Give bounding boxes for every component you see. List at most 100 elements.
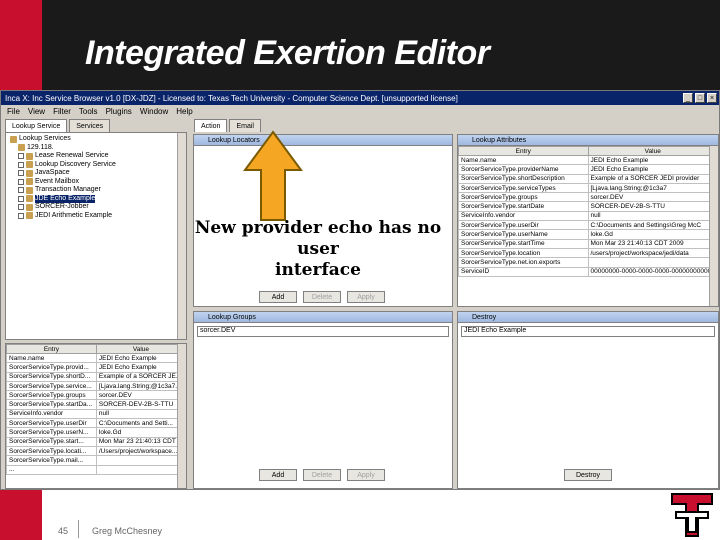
checkbox-icon[interactable]	[18, 170, 24, 177]
maximize-icon[interactable]: □	[695, 93, 705, 103]
table-row[interactable]: SorcerServiceType.locati.../Users/projec…	[6, 445, 187, 457]
add-group-button[interactable]: Add	[259, 469, 297, 481]
minimize-icon[interactable]: _	[683, 93, 693, 103]
tree-item[interactable]: JavaSpace	[10, 169, 182, 178]
menu-file[interactable]: File	[7, 107, 20, 116]
checkbox-icon[interactable]	[18, 212, 24, 219]
table-row[interactable]: SorcerServiceType.shortDescription Exampl…	[458, 173, 718, 184]
table-row[interactable]: SorcerServiceType.groups sorcer.DEV	[458, 192, 718, 203]
tab-label: Action	[201, 122, 221, 130]
value-cell: /users/project/workspace/jedi/data	[587, 247, 718, 259]
tree-item[interactable]: JEDI Arithmetic Example	[10, 212, 182, 221]
value-cell: null	[95, 408, 187, 420]
close-icon[interactable]: ×	[707, 93, 717, 103]
value-cell: JEDI Echo Example	[95, 362, 187, 373]
attributes-table: Entry Value Name.name JEDI Echo Example So…	[458, 146, 718, 277]
service-icon	[26, 152, 33, 160]
menu-help[interactable]: Help	[176, 107, 192, 116]
entry-cell: SorcerServiceType.userDir	[6, 418, 97, 429]
groups-field[interactable]: sorcer.DEV	[197, 326, 449, 337]
column-header-value[interactable]: Value	[95, 344, 187, 354]
tree-item[interactable]: Lookup Discovery Service	[10, 161, 182, 170]
menu-filter[interactable]: Filter	[53, 107, 71, 116]
window-title: Inca X: Inc Service Browser v1.0 [DX-JDZ…	[5, 93, 458, 103]
tree-item[interactable]: Event Mailbox	[10, 178, 182, 187]
value-cell: JEDI Echo Example	[587, 154, 718, 166]
arrow-up-icon	[243, 130, 303, 221]
apply-button[interactable]: Apply	[347, 291, 385, 303]
menu-view[interactable]: View	[28, 107, 45, 116]
table-row[interactable]: SorcerServiceType.startDate SORCER-DEV-2B…	[458, 201, 718, 212]
value-cell: loke.Gd	[95, 427, 187, 438]
tree-item-label: Transaction Manager	[35, 186, 101, 193]
add-button[interactable]: Add	[259, 291, 297, 303]
tree-item[interactable]: SORCER-Jobber	[10, 203, 182, 212]
table-row[interactable]: SorcerServiceType.userN... loke.Gd	[6, 427, 187, 438]
tab-label: Lookup Service	[12, 122, 61, 130]
app-window: Inca X: Inc Service Browser v1.0 [DX-JDZ…	[0, 90, 720, 490]
tree-host[interactable]: 129.118.	[10, 144, 182, 153]
attributes-scrollbar[interactable]	[709, 146, 718, 306]
author-name: Greg McChesney	[92, 526, 163, 536]
tree-host-label: 129.118.	[27, 143, 54, 151]
entry-cell: SorcerServiceType.provid...	[6, 362, 97, 373]
table-row[interactable]: ...	[6, 464, 187, 475]
checkbox-icon[interactable]	[18, 178, 24, 185]
value-cell: [Ljava.lang.String;@1c3a7	[587, 182, 718, 194]
table-row[interactable]: SorcerServiceType.startTime Mon Mar 23 21…	[458, 238, 718, 249]
table-row[interactable]: SorcerServiceType.userDir C:\Documents an…	[6, 418, 187, 429]
table-row[interactable]: ServiceID 00000000-0000-0000-0000-0000000…	[458, 266, 718, 277]
destroy-button[interactable]: Destroy	[564, 469, 612, 481]
table-row[interactable]: SorcerServiceType.providerName JEDI Echo …	[458, 164, 718, 175]
table-row[interactable]: SorcerServiceType.start... Mon Mar 23 21:…	[6, 436, 187, 447]
checkbox-icon[interactable]	[18, 204, 24, 211]
checkbox-icon[interactable]	[18, 153, 24, 160]
delete-button[interactable]: Delete	[303, 291, 341, 303]
tab-action[interactable]: Action	[194, 119, 228, 132]
table-row[interactable]: SorcerServiceType.shortD... Example of a …	[6, 371, 187, 382]
table-row[interactable]: Name.name JEDI Echo Example	[458, 154, 718, 166]
table-row[interactable]: ServiceInfo.vendor null	[6, 408, 187, 420]
entry-cell: SorcerServiceType.net.ion.exports	[458, 257, 589, 268]
entry-table-scrollbar[interactable]	[177, 344, 186, 488]
tree-item[interactable]: Transaction Manager	[10, 186, 182, 195]
tree-item[interactable]: JDE Echo Example	[10, 194, 182, 203]
table-row[interactable]: SorcerServiceType.startDa... SORCER-DEV-2…	[6, 399, 187, 410]
table-row[interactable]: SorcerServiceType.userDir C:\Documents an…	[458, 220, 718, 231]
table-row[interactable]: SorcerServiceType.service... [Ljava.lang.…	[6, 380, 187, 392]
entry-cell: SorcerServiceType.providerName	[458, 164, 589, 175]
table-row[interactable]: SorcerServiceType.serviceTypes [Ljava.lan…	[458, 182, 718, 194]
table-row[interactable]: Name.name JEDI Echo Example	[6, 352, 187, 364]
delete-group-button[interactable]: Delete	[303, 469, 341, 481]
column-header-value[interactable]: Value	[587, 146, 718, 156]
table-row[interactable]: SorcerServiceType.net.ion.exports	[458, 257, 718, 268]
left-tabbar: Lookup Service Services	[5, 119, 111, 132]
column-header-entry[interactable]: Entry	[458, 146, 589, 156]
lookup-groups-panel: Lookup Groups sorcer.DEV	[193, 311, 453, 489]
service-icon	[26, 169, 33, 177]
table-row[interactable]: SorcerServiceType.userName loke.Gd	[458, 229, 718, 240]
table-row[interactable]: SorcerServiceType.mail...	[6, 455, 187, 466]
menu-tools[interactable]: Tools	[79, 107, 98, 116]
value-cell: Mon Mar 23 21:40:13 CDT	[95, 436, 187, 447]
tree-root[interactable]: Lookup Services	[10, 135, 182, 144]
table-row[interactable]: SorcerServiceType.provid... JEDI Echo Exa…	[6, 362, 187, 373]
tab-lookup-service[interactable]: Lookup Service	[5, 119, 68, 132]
menu-plugins[interactable]: Plugins	[106, 107, 132, 116]
entry-cell: ServiceInfo.vendor	[458, 210, 589, 222]
checkbox-icon[interactable]	[18, 195, 24, 202]
apply-group-button[interactable]: Apply	[347, 469, 385, 481]
tab-services[interactable]: Services	[69, 119, 111, 132]
checkbox-icon[interactable]	[18, 161, 24, 168]
checkbox-icon[interactable]	[18, 187, 24, 194]
tree-item[interactable]: Lease Renewal Service	[10, 152, 182, 161]
table-row[interactable]: ServiceInfo.vendor null	[458, 210, 718, 222]
column-header-entry[interactable]: Entry	[6, 344, 97, 354]
menu-window[interactable]: Window	[140, 107, 168, 116]
table-row[interactable]: SorcerServiceType.groups sorcer.DEV	[6, 390, 187, 401]
entry-cell: SorcerServiceType.groups	[6, 390, 97, 401]
entry-cell: SorcerServiceType.service...	[6, 380, 97, 392]
value-cell: SORCER-DEV-2B-S-TTU	[95, 399, 187, 410]
destroy-field[interactable]: JEDI Echo Example	[461, 326, 715, 337]
table-row[interactable]: SorcerServiceType.location/users/project…	[458, 247, 718, 259]
